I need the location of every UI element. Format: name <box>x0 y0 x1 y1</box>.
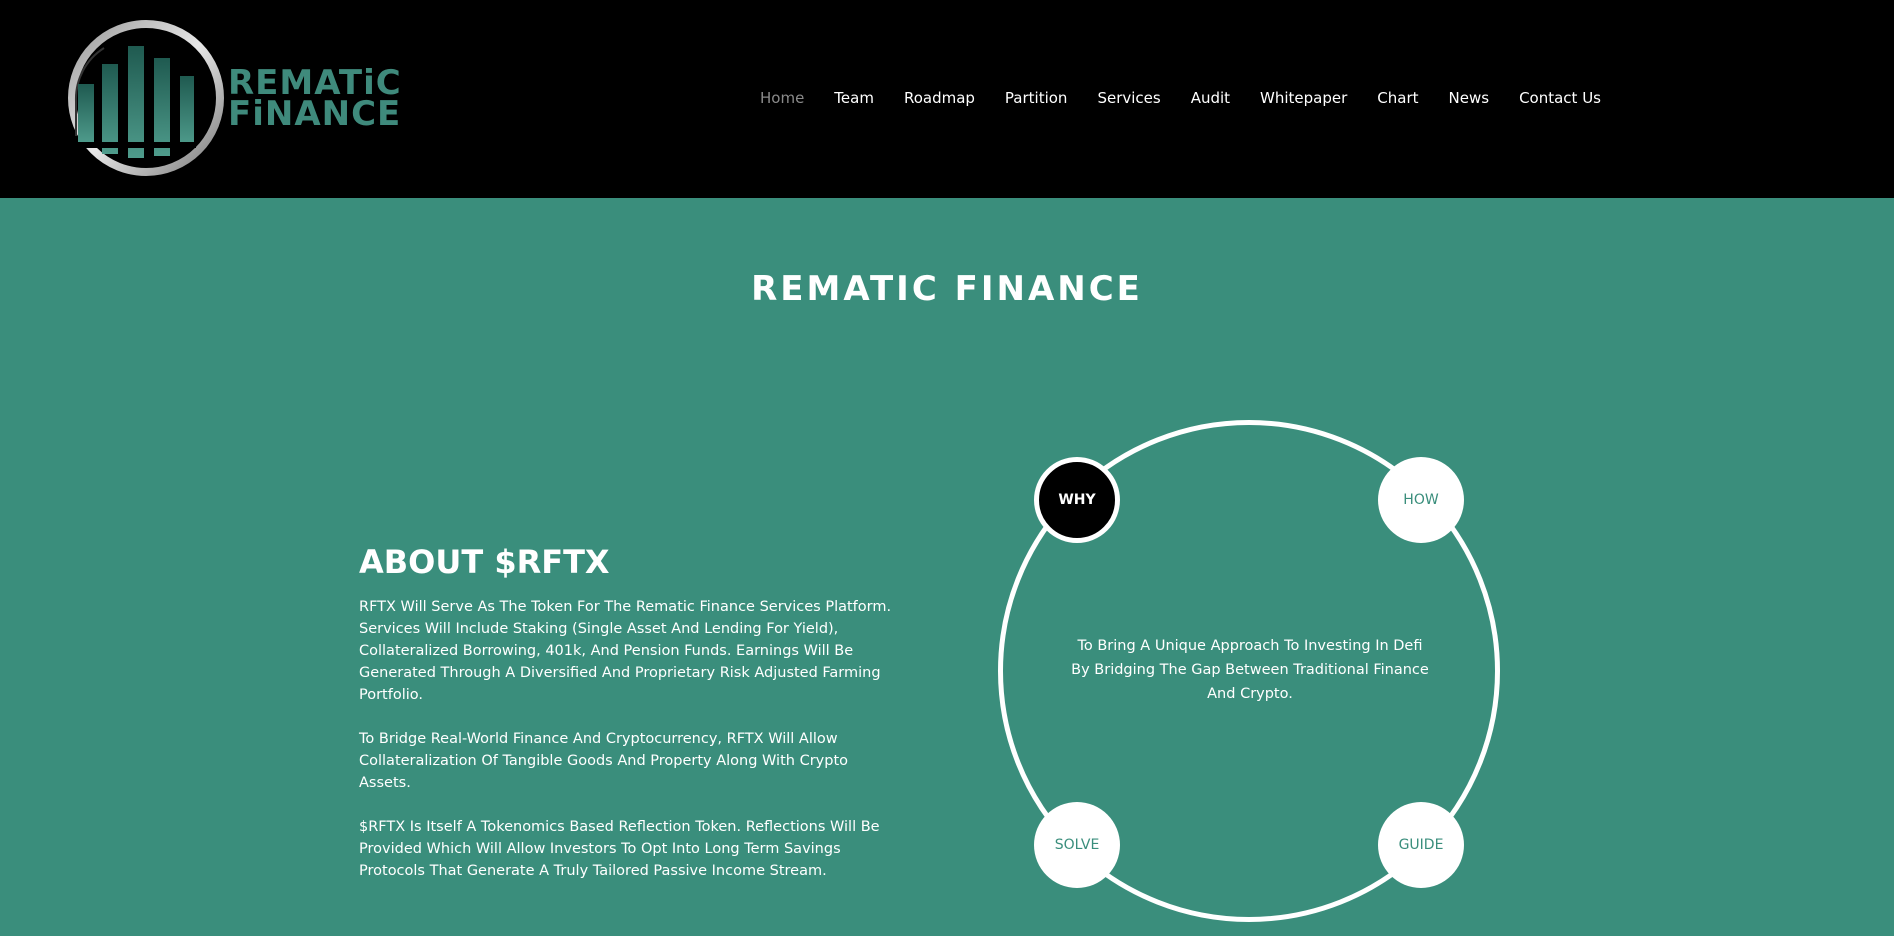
cycle-node-solve[interactable]: SOLVE <box>1034 802 1120 888</box>
nav-services[interactable]: Services <box>1097 89 1160 107</box>
nav-whitepaper[interactable]: Whitepaper <box>1260 89 1347 107</box>
logo[interactable]: REMATiC FiNANCE <box>64 16 404 181</box>
nav-audit[interactable]: Audit <box>1191 89 1230 107</box>
site-header: REMATiC FiNANCE Home Team Roadmap Partit… <box>0 0 1894 198</box>
nav-partition[interactable]: Partition <box>1005 89 1068 107</box>
nav-news[interactable]: News <box>1449 89 1490 107</box>
about-heading: ABOUT $RFTX <box>359 542 610 581</box>
main-nav: Home Team Roadmap Partition Services Aud… <box>760 86 1601 110</box>
nav-chart[interactable]: Chart <box>1377 89 1418 107</box>
logo-wordmark: REMATiC FiNANCE <box>228 66 402 134</box>
cycle-node-label: GUIDE <box>1398 837 1444 853</box>
cycle-node-how[interactable]: HOW <box>1378 457 1464 543</box>
about-paragraph-3: $RFTX Is Itself A Tokenomics Based Refle… <box>359 819 880 879</box>
nav-team[interactable]: Team <box>834 89 874 107</box>
cycle-node-label: HOW <box>1403 492 1439 508</box>
about-paragraph-2: To Bridge Real-World Finance And Cryptoc… <box>359 731 848 791</box>
nav-roadmap[interactable]: Roadmap <box>904 89 975 107</box>
logo-emblem-icon <box>68 20 224 176</box>
cycle-node-label: SOLVE <box>1054 837 1100 853</box>
cycle-center-text: To Bring A Unique Approach To Investing … <box>1071 638 1429 702</box>
cycle-node-guide[interactable]: GUIDE <box>1378 802 1464 888</box>
about-paragraph-1: RFTX Will Serve As The Token For The Rem… <box>359 599 892 703</box>
nav-home[interactable]: Home <box>760 89 804 107</box>
cycle-node-why[interactable]: WHY <box>1034 457 1120 543</box>
logo-line-2: FiNANCE <box>228 94 402 134</box>
page-title: REMATIC FINANCE <box>751 268 1143 309</box>
about-body: RFTX Will Serve As The Token For The Rem… <box>359 596 899 904</box>
cycle-node-label: WHY <box>1058 492 1096 508</box>
nav-contact-us[interactable]: Contact Us <box>1519 89 1601 107</box>
